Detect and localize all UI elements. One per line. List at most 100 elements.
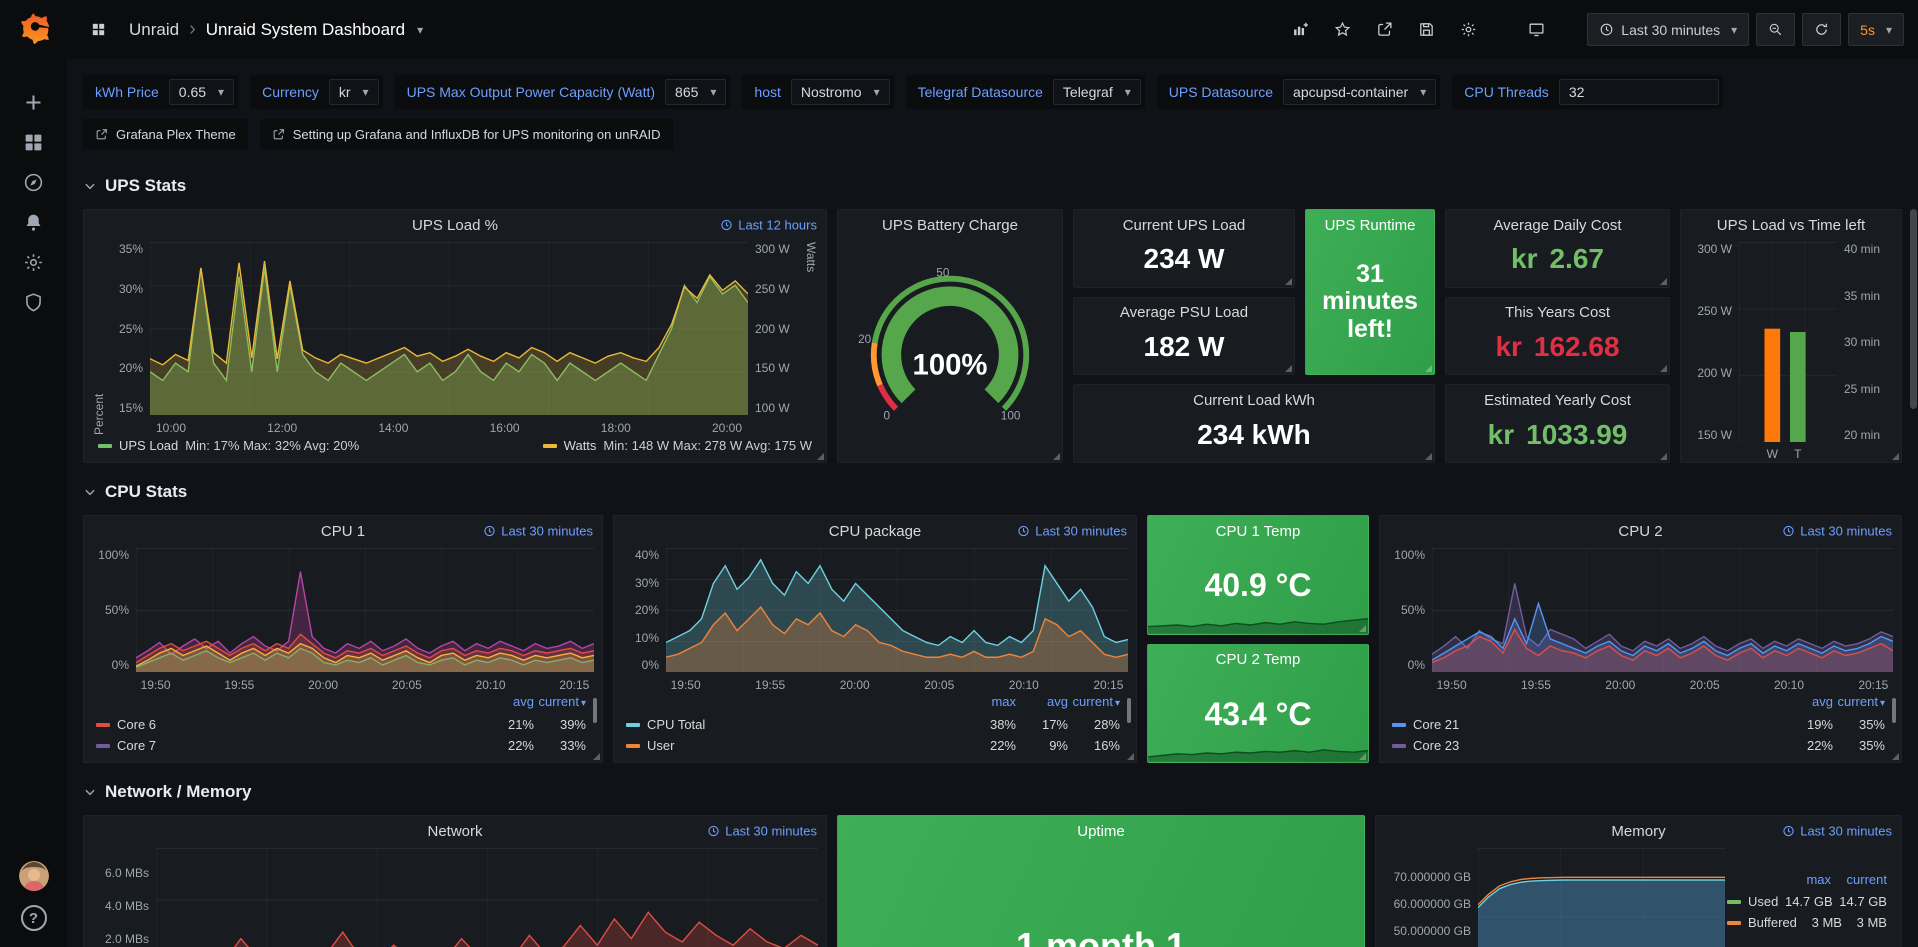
legend-scrollbar[interactable]: [1127, 698, 1131, 754]
legend-sort-avg[interactable]: avg: [482, 694, 534, 714]
dashboard-dropdown-caret[interactable]: ▾: [417, 23, 423, 37]
cpu2-chart[interactable]: [1432, 548, 1893, 672]
server-admin-shield-icon[interactable]: [13, 282, 55, 322]
legend-row-core23[interactable]: Core 23 22% 35%: [1392, 735, 1885, 756]
panel-cpu-package: CPU package Last 30 minutes 40%30%20%10%…: [613, 515, 1137, 763]
stat-value: 1 month 1: [838, 846, 1364, 947]
cpu-package-chart[interactable]: [666, 548, 1128, 672]
legend-row-core7[interactable]: Core 7 22% 33%: [96, 735, 586, 756]
legend-row-core6[interactable]: Core 6 21% 39%: [96, 714, 586, 735]
cycle-view-monitor-button[interactable]: [1519, 14, 1553, 46]
legend-row-core21[interactable]: Core 21 19% 35%: [1392, 714, 1885, 735]
legend-scrollbar[interactable]: [593, 698, 597, 754]
panel-title[interactable]: Current UPS Load: [1074, 210, 1294, 240]
variable-currency[interactable]: Currency kr▾: [250, 75, 383, 109]
panel-title[interactable]: CPU 2 Last 30 minutes: [1380, 516, 1901, 546]
scrollbar-thumb[interactable]: [1910, 209, 1917, 409]
grafana-logo-icon[interactable]: [15, 10, 53, 48]
configuration-gear-icon[interactable]: [13, 242, 55, 282]
panel-title-battery[interactable]: UPS Battery Charge: [838, 210, 1062, 240]
gauge-tick-0: 0: [884, 409, 891, 422]
panel-title[interactable]: CPU package Last 30 minutes: [614, 516, 1136, 546]
panel-title[interactable]: Average Daily Cost: [1446, 210, 1669, 240]
y-axis-label-left: Percent: [92, 242, 106, 435]
legend-sort-max[interactable]: max: [1775, 872, 1831, 891]
legend-row-user[interactable]: User 22% 9% 16%: [626, 735, 1120, 756]
battery-gauge[interactable]: 0 20 50 100 100%: [838, 240, 1062, 462]
ups-load-chart[interactable]: [150, 242, 748, 415]
legend-sort-avg[interactable]: avg: [1781, 694, 1833, 714]
time-range-picker[interactable]: Last 30 minutes ▾: [1587, 13, 1749, 46]
y-axis-label-right: Watts: [804, 242, 818, 435]
variable-ups-datasource[interactable]: UPS Datasource apcupsd-container▾: [1157, 75, 1441, 109]
panel-title-ups-load[interactable]: UPS Load % Last 12 hours: [84, 210, 826, 240]
zoom-out-button[interactable]: [1756, 13, 1795, 46]
legend-sort-avg[interactable]: avg: [1016, 694, 1068, 714]
legend-sort-current[interactable]: current: [1831, 872, 1887, 891]
cpu1-temp-sparkline: [1148, 602, 1368, 634]
panel-title[interactable]: CPU 1 Last 30 minutes: [84, 516, 602, 546]
variable-telegraf-datasource[interactable]: Telegraf Datasource Telegraf▾: [906, 75, 1145, 109]
panel-title[interactable]: Average PSU Load: [1074, 298, 1294, 328]
breadcrumb-org[interactable]: Unraid: [129, 20, 179, 40]
create-plus-icon[interactable]: [13, 82, 55, 122]
legend-item-ups-load[interactable]: UPS Load Min: 17% Max: 32% Avg: 20%: [98, 438, 359, 453]
panel-title[interactable]: CPU 2 Temp: [1148, 645, 1368, 675]
panel-title[interactable]: UPS Load vs Time left: [1681, 210, 1901, 240]
panel-time-override: Last 30 minutes: [1782, 824, 1892, 839]
explore-compass-icon[interactable]: [13, 162, 55, 202]
legend-sort-current[interactable]: current: [1068, 694, 1120, 714]
ups-stat-grid: Current UPS Load 234 W UPS Runtime 31 mi…: [1073, 209, 1670, 463]
panel-ups-load-vs-time-left: UPS Load vs Time left 300 W250 W200 W150…: [1680, 209, 1902, 463]
refresh-button[interactable]: [1802, 13, 1841, 46]
dashboards-icon[interactable]: [13, 122, 55, 162]
page-scrollbar[interactable]: [1910, 59, 1917, 947]
legend-row-cpu-total[interactable]: CPU Total 38% 17% 28%: [626, 714, 1120, 735]
variable-cpu-threads[interactable]: CPU Threads 32: [1452, 75, 1723, 109]
legend-item-watts[interactable]: Watts Min: 148 W Max: 278 W Avg: 175 W: [543, 438, 812, 453]
section-network-memory[interactable]: Network / Memory: [83, 777, 1902, 807]
variable-ups-max-output[interactable]: UPS Max Output Power Capacity (Watt) 865…: [395, 75, 731, 109]
link-grafana-plex-theme[interactable]: Grafana Plex Theme: [83, 119, 248, 149]
star-button[interactable]: [1325, 14, 1359, 46]
y-axis-ticks: 70.000000 GB60.000000 GB50.000000 GB: [1384, 848, 1478, 947]
panel-title[interactable]: Estimated Yearly Cost: [1446, 385, 1669, 415]
legend-row-buffered[interactable]: Buffered 3 MB 3 MB: [1727, 912, 1887, 933]
legend-row-used[interactable]: Used 14.7 GB 14.7 GB: [1727, 891, 1887, 912]
cpu1-chart[interactable]: [136, 548, 594, 672]
refresh-interval-picker[interactable]: 5s ▾: [1848, 13, 1904, 46]
stat-value: kr1033.99: [1446, 415, 1669, 462]
panel-title[interactable]: Uptime: [838, 816, 1364, 846]
legend-scrollbar[interactable]: [1892, 698, 1896, 754]
legend-sort-current[interactable]: current: [1833, 694, 1885, 714]
panel-title[interactable]: UPS Runtime: [1306, 210, 1434, 240]
memory-chart[interactable]: [1478, 848, 1725, 947]
network-chart[interactable]: [156, 848, 818, 947]
share-button[interactable]: [1367, 14, 1401, 46]
link-ups-monitoring-guide[interactable]: Setting up Grafana and InfluxDB for UPS …: [260, 119, 673, 149]
panel-title[interactable]: This Years Cost: [1446, 298, 1669, 328]
save-button[interactable]: [1409, 14, 1443, 46]
help-icon[interactable]: ?: [21, 905, 47, 931]
legend-sort-current[interactable]: current: [534, 694, 586, 714]
panel-title[interactable]: Network Last 30 minutes: [84, 816, 826, 846]
panel-title[interactable]: CPU 1 Temp: [1148, 516, 1368, 546]
section-cpu-stats[interactable]: CPU Stats: [83, 477, 1902, 507]
panel-uptime: Uptime 1 month 1: [837, 815, 1365, 947]
dashboard-settings-button[interactable]: [1451, 14, 1485, 46]
clock-icon: [1782, 525, 1795, 538]
variable-host[interactable]: host Nostromo▾: [742, 75, 893, 109]
panel-title[interactable]: Memory Last 30 minutes: [1376, 816, 1901, 846]
section-ups-stats[interactable]: UPS Stats: [83, 171, 1902, 201]
panel-title[interactable]: Current Load kWh: [1074, 385, 1434, 415]
user-avatar[interactable]: [19, 861, 49, 891]
breadcrumb-dashboard-title[interactable]: Unraid System Dashboard: [206, 20, 405, 40]
add-panel-button[interactable]: [1283, 14, 1317, 46]
ups-bar-chart[interactable]: [1739, 242, 1837, 442]
panel-average-daily-cost: Average Daily Cost kr2.67: [1445, 209, 1670, 288]
alerting-bell-icon[interactable]: [13, 202, 55, 242]
legend-sort-max[interactable]: max: [964, 694, 1016, 714]
apps-grid-icon[interactable]: [81, 14, 115, 46]
variable-kwh-price[interactable]: kWh Price 0.65▾: [83, 75, 238, 109]
panel-memory: Memory Last 30 minutes 70.000000 GB60.00…: [1375, 815, 1902, 947]
